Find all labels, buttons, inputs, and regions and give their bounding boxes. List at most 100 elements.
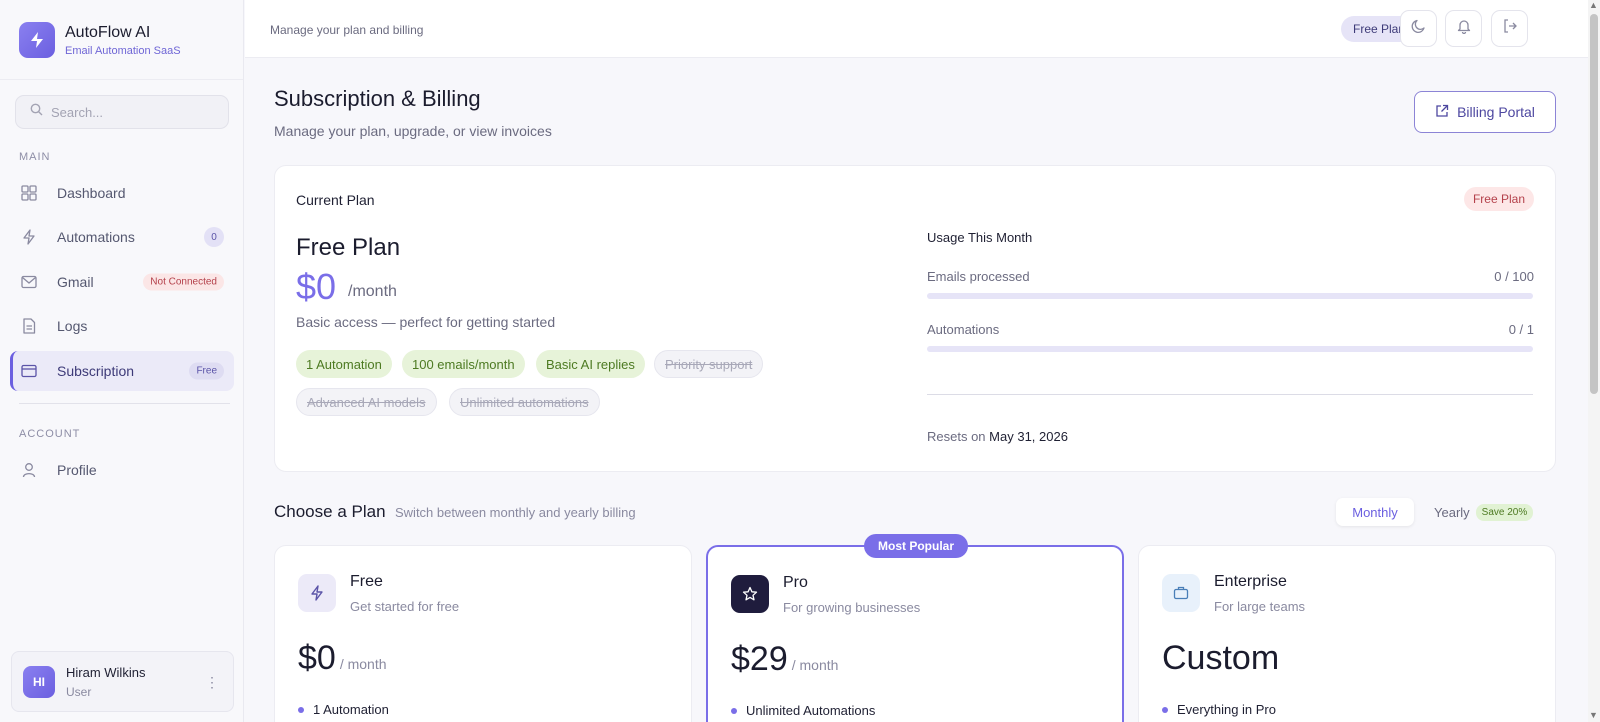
moon-icon xyxy=(1411,18,1427,39)
usage-progress-emails xyxy=(927,293,1533,299)
brand-name: AutoFlow AI xyxy=(65,23,151,41)
bolt-icon xyxy=(20,228,38,246)
bullet-dot xyxy=(298,706,304,713)
sidebar-item-logs[interactable]: Logs xyxy=(10,306,234,346)
sidebar-item-label: Automations xyxy=(57,229,135,245)
user-card[interactable]: HI Hiram Wilkins User ⋮ xyxy=(11,651,234,712)
sidebar-item-label: Logs xyxy=(57,318,88,334)
usage-label-automations: Automations xyxy=(927,322,1000,337)
toggle-monthly[interactable]: Monthly xyxy=(1336,498,1414,526)
sidebar-item-label: Profile xyxy=(57,462,97,478)
plan-price: Custom xyxy=(1162,639,1279,678)
sidebar-item-automations[interactable]: Automations 0 xyxy=(10,217,234,257)
plan-name: Free Plan xyxy=(296,234,401,261)
document-icon xyxy=(20,317,38,335)
plan-price-value: Custom xyxy=(1162,639,1280,677)
plan-tagline: For large teams xyxy=(1214,599,1306,614)
feature-chip-excluded: Advanced AI models xyxy=(296,388,437,416)
sidebar-item-dashboard[interactable]: Dashboard xyxy=(10,173,234,213)
theme-toggle-button[interactable] xyxy=(1400,10,1437,47)
usage-value-automations: 0 / 1 xyxy=(1508,322,1534,337)
feature-chip-included: Basic AI replies xyxy=(536,350,645,378)
current-plan-label: Current Plan xyxy=(296,192,375,208)
plan-price-period: / month xyxy=(339,656,387,672)
resets-label: Resets on xyxy=(927,429,986,444)
sidebar-item-profile[interactable]: Profile xyxy=(10,450,234,490)
sidebar: AutoFlow AI Email Automation SaaS MAIN D… xyxy=(0,0,244,722)
feature-chip-included: 100 emails/month xyxy=(402,350,525,378)
usage-label-emails: Emails processed xyxy=(927,269,1030,284)
plan-name: Free xyxy=(350,573,383,590)
plan-price: $0/ month xyxy=(298,639,387,678)
sidebar-item-label: Dashboard xyxy=(57,185,126,201)
choose-plan-title: Choose a Plan xyxy=(274,502,386,521)
plan-feature: 1 Automation xyxy=(298,702,389,717)
usage-divider xyxy=(927,394,1533,395)
scrollbar[interactable]: ▲ ▼ xyxy=(1588,0,1600,722)
scroll-down-arrow-icon[interactable]: ▼ xyxy=(1589,710,1598,720)
search-input[interactable] xyxy=(51,104,211,120)
plan-price: $29/ month xyxy=(731,640,838,679)
sidebar-divider xyxy=(19,403,230,404)
save-badge: Save 20% xyxy=(1475,503,1534,521)
user-role: User xyxy=(66,684,92,699)
gmail-status-badge: Not Connected xyxy=(143,273,224,291)
bell-icon xyxy=(1456,18,1472,39)
toggle-yearly-label: Yearly xyxy=(1434,504,1470,520)
plan-description: Basic access — perfect for getting start… xyxy=(296,314,556,330)
star-icon xyxy=(731,575,769,613)
automations-count-badge: 0 xyxy=(204,227,224,247)
scroll-thumb[interactable] xyxy=(1590,14,1598,394)
plan-card-pro[interactable]: Pro For growing businesses $29/ month Un… xyxy=(706,545,1124,722)
bolt-logo-icon xyxy=(19,21,55,58)
mail-icon xyxy=(20,273,38,291)
most-popular-badge: Most Popular xyxy=(864,534,969,558)
search-box[interactable] xyxy=(15,95,229,129)
card-icon xyxy=(20,362,38,380)
choose-plan-subtitle: Switch between monthly and yearly billin… xyxy=(395,505,636,520)
billing-cycle-toggle: Monthly Yearly Save 20% xyxy=(1336,497,1536,527)
billing-portal-button[interactable]: Billing Portal xyxy=(1414,91,1556,133)
top-bar: Manage your plan and billing Free Plan xyxy=(245,0,1588,58)
bullet-dot xyxy=(731,707,737,714)
plan-feature-label: Everything in Pro xyxy=(1177,702,1276,717)
bullet-dot xyxy=(1162,706,1168,713)
sidebar-item-gmail[interactable]: Gmail Not Connected xyxy=(10,262,234,302)
usage-value-emails: 0 / 100 xyxy=(1494,269,1534,284)
feature-chip-excluded: Unlimited automations xyxy=(449,388,600,416)
brand[interactable]: AutoFlow AI Email Automation SaaS xyxy=(0,0,243,80)
current-plan-badge: Free Plan xyxy=(1463,187,1534,211)
sidebar-item-subscription[interactable]: Subscription Free xyxy=(10,351,234,391)
plan-price: $0 xyxy=(296,266,337,307)
toggle-yearly[interactable]: Yearly Save 20% xyxy=(1434,503,1534,521)
scroll-up-arrow-icon[interactable]: ▲ xyxy=(1589,0,1598,10)
logout-button[interactable] xyxy=(1491,10,1528,47)
more-options-icon[interactable]: ⋮ xyxy=(205,674,219,691)
resets-text: Resets on May 31, 2026 xyxy=(927,429,1068,444)
topbar-subtitle: Manage your plan and billing xyxy=(270,23,424,37)
plan-price-value: $0 xyxy=(298,639,336,677)
subscription-plan-badge: Free xyxy=(189,362,224,380)
plan-tagline: For growing businesses xyxy=(783,600,921,615)
search-icon xyxy=(30,103,43,121)
usage-progress-automations xyxy=(927,346,1533,352)
feature-chip-included: 1 Automation xyxy=(296,350,392,378)
section-label-main: MAIN xyxy=(19,151,51,163)
user-name: Hiram Wilkins xyxy=(66,664,146,680)
user-icon xyxy=(20,461,38,479)
plan-feature: Unlimited Automations xyxy=(731,703,875,718)
plan-card-free[interactable]: Free Get started for free $0/ month 1 Au… xyxy=(274,545,692,722)
section-label-account: ACCOUNT xyxy=(19,428,81,440)
plan-price-value: $29 xyxy=(731,640,788,678)
grid-icon xyxy=(20,184,38,202)
sidebar-item-label: Gmail xyxy=(57,274,94,290)
plan-card-enterprise[interactable]: Enterprise For large teams Custom Everyt… xyxy=(1138,545,1556,722)
notifications-button[interactable] xyxy=(1445,10,1482,47)
feature-chip-excluded: Priority support xyxy=(654,350,764,378)
brand-subtitle: Email Automation SaaS xyxy=(65,44,181,57)
sidebar-item-label: Subscription xyxy=(57,363,135,379)
plan-tagline: Get started for free xyxy=(350,599,460,614)
plan-name: Enterprise xyxy=(1214,573,1287,590)
plan-name: Pro xyxy=(783,574,808,591)
usage-title: Usage This Month xyxy=(927,230,1033,245)
